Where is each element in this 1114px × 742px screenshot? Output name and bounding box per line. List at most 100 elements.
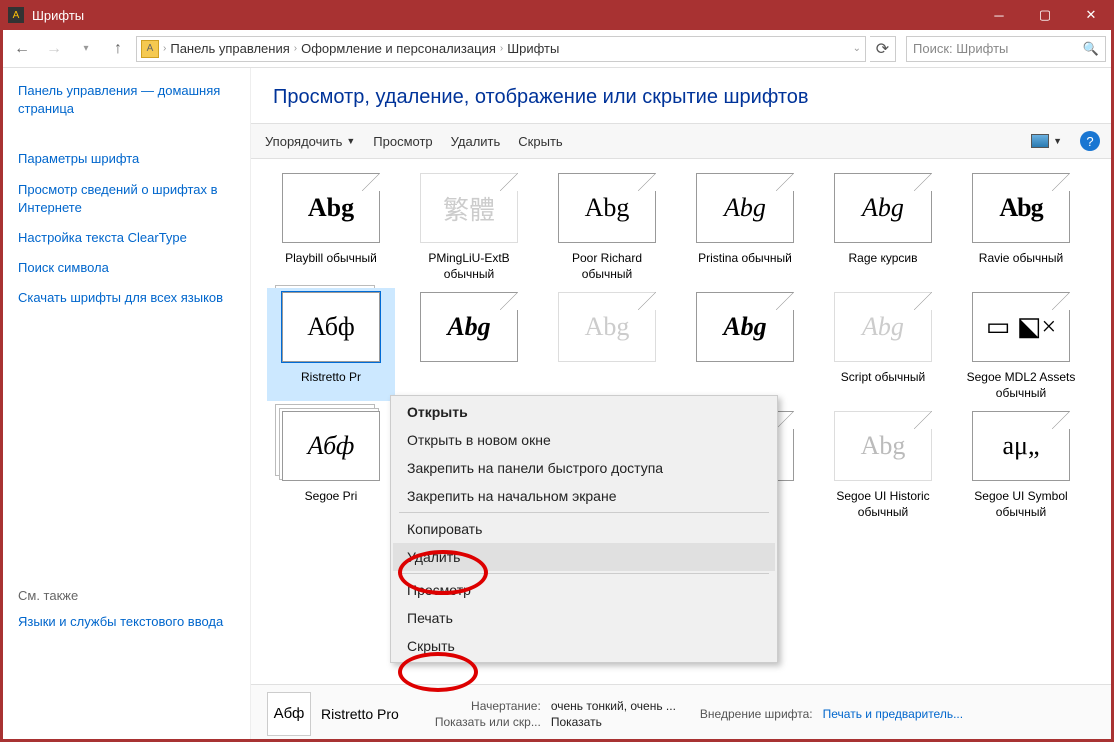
font-sample-text: Абф [307, 312, 355, 342]
context-menu-item[interactable]: Закрепить на начальном экране [393, 482, 775, 510]
font-preview: Abg [558, 173, 656, 243]
font-preview: Abg [696, 292, 794, 362]
search-placeholder: Поиск: Шрифты [913, 41, 1008, 56]
maximize-button[interactable]: ▢ [1022, 0, 1068, 30]
font-tile[interactable]: Abg Script обычный [819, 288, 947, 401]
font-sample-text: Abg [585, 193, 630, 223]
context-menu-item[interactable]: Открыть [393, 398, 775, 426]
font-tile[interactable]: Abg [543, 288, 671, 401]
search-input[interactable]: Поиск: Шрифты 🔍 [906, 36, 1106, 62]
menu-separator [399, 512, 769, 513]
sidebar-link[interactable]: Скачать шрифты для всех языков [18, 289, 232, 307]
font-tile[interactable]: Абф Ristretto Pr [267, 288, 395, 401]
picture-icon [1031, 134, 1049, 148]
font-tile[interactable]: Abg [405, 288, 533, 401]
search-icon: 🔍 [1083, 41, 1099, 57]
font-tile[interactable]: AbgRage курсив [819, 169, 947, 282]
close-button[interactable]: ✕ [1068, 0, 1114, 30]
view-options-button[interactable]: ▼ [1031, 134, 1062, 148]
page-title: Просмотр, удаление, отображение или скры… [251, 68, 1114, 123]
chevron-right-icon: › [500, 43, 503, 54]
folder-icon: A [141, 40, 159, 58]
font-tile[interactable]: 繁體PMingLiU-ExtB обычный [405, 169, 533, 282]
sidebar-link[interactable]: Просмотр сведений о шрифтах в Интернете [18, 181, 232, 217]
font-sample-text: Abg [861, 431, 906, 461]
font-sample-text: Abg [862, 312, 904, 342]
font-tile[interactable]: aμ„Segoe UI Symbol обычный [957, 407, 1085, 520]
font-name-label: Ristretto Pr [301, 370, 361, 386]
font-preview: Abg [696, 173, 794, 243]
minimize-button[interactable]: ─ [976, 0, 1022, 30]
sidebar-link[interactable]: Параметры шрифта [18, 150, 232, 168]
detail-thumbnail: Абф [267, 692, 311, 736]
font-name-label: Segoe UI Historic обычный [823, 489, 943, 520]
font-name-label: Pristina обычный [698, 251, 792, 267]
chevron-right-icon: › [294, 43, 297, 54]
sidebar: Панель управления — домашняя страница Па… [0, 68, 250, 742]
font-tile[interactable]: Abg Ravie обычный [957, 169, 1085, 282]
context-menu-item[interactable]: Скрыть [393, 632, 775, 660]
chevron-down-icon[interactable]: ⌄ [853, 43, 861, 54]
page-fold-icon [776, 173, 794, 191]
toolbar-hide[interactable]: Скрыть [518, 134, 562, 149]
page-fold-icon [638, 173, 656, 191]
details-pane: Абф Ristretto Pro Начертание: очень тонк… [251, 684, 1114, 742]
font-preview: Abg [834, 292, 932, 362]
font-tile[interactable]: Abg [681, 288, 809, 401]
refresh-button[interactable]: ⟳ [870, 36, 896, 62]
font-sample-text: 繁體 [443, 190, 495, 227]
font-preview: Абф [282, 292, 380, 362]
font-sample-text: Abg [724, 193, 766, 223]
context-menu-item[interactable]: Закрепить на панели быстрого доступа [393, 454, 775, 482]
context-menu-item[interactable]: Удалить [393, 543, 775, 571]
help-button[interactable]: ? [1080, 131, 1100, 151]
sidebar-link[interactable]: Настройка текста ClearType [18, 229, 232, 247]
toolbar-preview[interactable]: Просмотр [373, 134, 432, 149]
sidebar-link[interactable]: Поиск символа [18, 259, 232, 277]
sidebar-link-seealso[interactable]: Языки и службы текстового ввода [18, 613, 232, 631]
recent-button[interactable]: ▾ [72, 35, 100, 63]
see-also-label: См. также [18, 588, 232, 603]
font-preview: Abg [282, 173, 380, 243]
font-preview: Abg [972, 173, 1070, 243]
breadcrumb-item[interactable]: Шрифты [507, 41, 559, 56]
font-tile[interactable]: ▭ ⬕×Segoe MDL2 Assets обычный [957, 288, 1085, 401]
up-button[interactable]: ↑ [104, 35, 132, 63]
font-tile[interactable]: Abg Playbill обычный [267, 169, 395, 282]
breadcrumb[interactable]: A › Панель управления › Оформление и пер… [136, 36, 866, 62]
sidebar-link-home[interactable]: Панель управления — домашняя страница [18, 82, 232, 118]
organize-button[interactable]: Упорядочить ▼ [265, 134, 355, 149]
context-menu-item[interactable]: Открыть в новом окне [393, 426, 775, 454]
page-fold-icon [776, 292, 794, 310]
font-preview: Абф [282, 411, 380, 481]
detail-label: Начертание: [435, 699, 541, 713]
font-name-label: Segoe Pri [305, 489, 358, 505]
context-menu-item[interactable]: Печать [393, 604, 775, 632]
context-menu-item[interactable]: Просмотр [393, 576, 775, 604]
font-name-label: Playbill обычный [285, 251, 377, 267]
font-tile[interactable]: Abg Pristina обычный [681, 169, 809, 282]
back-button[interactable]: ← [8, 35, 36, 63]
forward-button[interactable]: → [40, 35, 68, 63]
font-name-label: Segoe UI Symbol обычный [961, 489, 1081, 520]
font-name-label: Ravie обычный [979, 251, 1063, 267]
font-tile[interactable]: Abg Poor Richard обычный [543, 169, 671, 282]
font-sample-text: Abg [723, 312, 766, 342]
nav-bar: ← → ▾ ↑ A › Панель управления › Оформлен… [0, 30, 1114, 68]
toolbar-delete[interactable]: Удалить [451, 134, 501, 149]
page-fold-icon [914, 411, 932, 429]
context-menu-item[interactable]: Копировать [393, 515, 775, 543]
font-sample-text: Abg [447, 312, 490, 342]
page-fold-icon [500, 292, 518, 310]
font-tile[interactable]: Abg Segoe UI Historic обычный [819, 407, 947, 520]
page-fold-icon [1052, 292, 1070, 310]
breadcrumb-item[interactable]: Панель управления [170, 41, 289, 56]
window-title: Шрифты [32, 8, 976, 23]
font-tile[interactable]: Абф Segoe Pri [267, 407, 395, 520]
font-sample-text: Abg [308, 193, 354, 223]
font-preview: ▭ ⬕× [972, 292, 1070, 362]
font-name-label: Poor Richard обычный [547, 251, 667, 282]
font-sample-text: Abg [585, 312, 630, 342]
breadcrumb-item[interactable]: Оформление и персонализация [301, 41, 496, 56]
font-name-label: Script обычный [841, 370, 925, 386]
